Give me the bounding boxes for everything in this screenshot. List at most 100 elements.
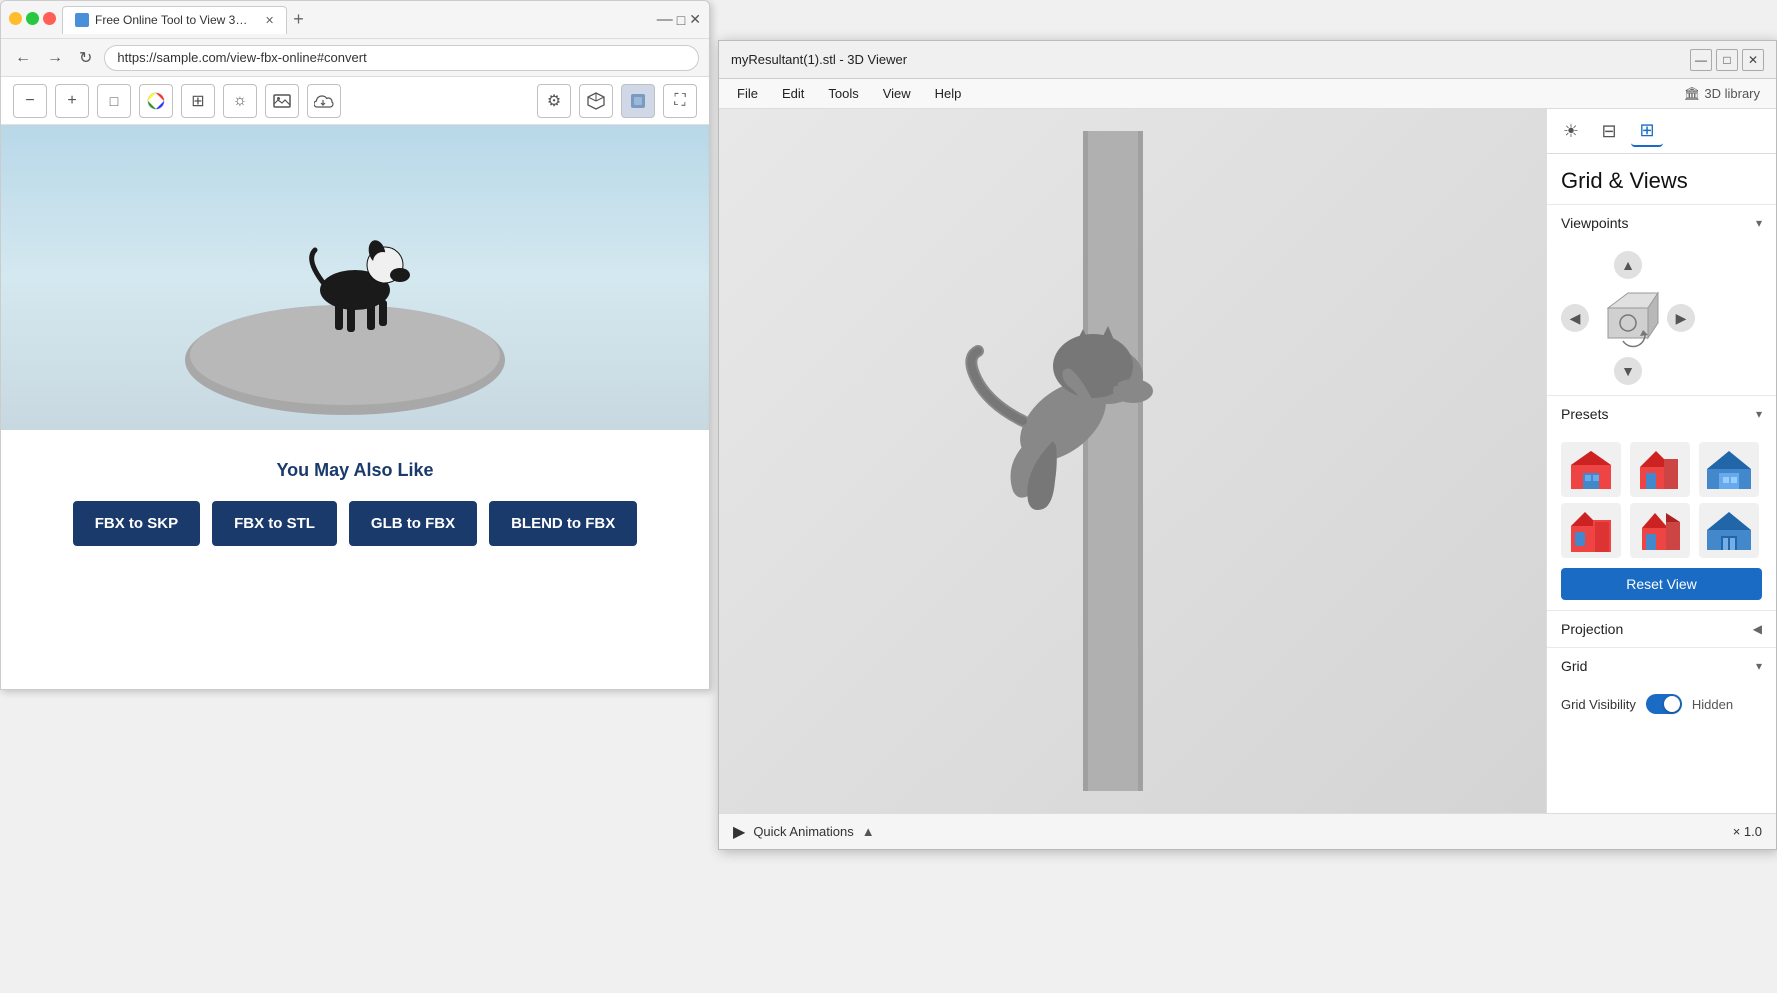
browser-close-icon[interactable]: ✕ <box>689 11 701 29</box>
grid-button[interactable]: ⊞ <box>181 84 215 118</box>
viewpoints-section-header[interactable]: Viewpoints ▾ <box>1547 205 1776 241</box>
preset-item-5[interactable] <box>1630 503 1690 558</box>
preset-5-icon <box>1636 510 1684 552</box>
presets-section: Presets ▾ <box>1547 395 1776 610</box>
viewpoints-section: Viewpoints ▾ ▲ ◀ <box>1547 204 1776 395</box>
vp-right-button[interactable]: ▶ <box>1667 304 1695 332</box>
color-button[interactable] <box>139 84 173 118</box>
suggestion-buttons-group: FBX to SKP FBX to STL GLB to FBX BLEND t… <box>21 501 689 546</box>
frame-button[interactable]: □ <box>97 84 131 118</box>
cube-nav-icon <box>1593 283 1663 353</box>
menu-file[interactable]: File <box>727 84 768 103</box>
grid-section-header[interactable]: Grid ▾ <box>1547 648 1776 684</box>
sidebar-sun-button[interactable]: ☀ <box>1555 115 1587 147</box>
tab-favicon-icon <box>75 13 89 27</box>
browser-titlebar: Free Online Tool to View 3D F8... ✕ + — … <box>1 1 709 39</box>
vp-top-button[interactable]: ▲ <box>1614 251 1642 279</box>
presets-chevron-icon: ▾ <box>1756 407 1762 421</box>
preset-3-icon <box>1705 449 1753 491</box>
image-button[interactable] <box>265 84 299 118</box>
grid-visibility-content: Grid Visibility Hidden <box>1547 684 1776 724</box>
viewer-3d-title: myResultant(1).stl - 3D Viewer <box>731 52 1680 67</box>
3d-library-button[interactable]: 🏛 3D library <box>1676 82 1768 106</box>
sidebar-grid-square-button[interactable]: ⊟ <box>1593 115 1625 147</box>
box-view-button[interactable] <box>621 84 655 118</box>
preset-item-6[interactable] <box>1699 503 1759 558</box>
projection-section: Projection ◀ <box>1547 610 1776 647</box>
sidebar-header: Grid & Views <box>1547 154 1776 204</box>
grid-visibility-label: Grid Visibility <box>1561 697 1636 712</box>
settings-button[interactable]: ⚙ <box>537 84 571 118</box>
viewer-3d-window: myResultant(1).stl - 3D Viewer — □ ✕ Fil… <box>718 40 1777 850</box>
grid-section: Grid ▾ Grid Visibility Hidden <box>1547 647 1776 724</box>
animation-icon: ▶ <box>733 822 745 842</box>
preset-item-2[interactable] <box>1630 442 1690 497</box>
projection-section-header[interactable]: Projection ◀ <box>1547 611 1776 647</box>
fbx-to-stl-button[interactable]: FBX to STL <box>212 501 337 546</box>
viewer-3d-titlebar: myResultant(1).stl - 3D Viewer — □ ✕ <box>719 41 1776 79</box>
new-tab-button[interactable]: + <box>293 9 304 30</box>
preset-item-3[interactable] <box>1699 442 1759 497</box>
close-button[interactable] <box>43 12 56 25</box>
toggle-knob <box>1664 696 1680 712</box>
fullscreen-button[interactable]: ⛶ <box>663 84 697 118</box>
back-button[interactable]: ← <box>11 47 35 69</box>
glb-to-fbx-button[interactable]: GLB to FBX <box>349 501 477 546</box>
cloud-button[interactable] <box>307 84 341 118</box>
tab-close-icon[interactable]: ✕ <box>265 14 274 27</box>
preset-item-1[interactable] <box>1561 442 1621 497</box>
fbx-to-skp-button[interactable]: FBX to SKP <box>73 501 200 546</box>
vp-left-button[interactable]: ◀ <box>1561 304 1589 332</box>
viewpoint-nav-area: ▲ ◀ <box>1561 251 1695 385</box>
cloud-icon <box>314 94 334 108</box>
sidebar-grid-views-button[interactable]: ⊞ <box>1631 115 1663 147</box>
light-button[interactable]: ☼ <box>223 84 257 118</box>
browser-restore-icon[interactable]: □ <box>677 11 685 29</box>
viewer-restore-button[interactable]: □ <box>1716 49 1738 71</box>
vp-top-row: ▲ <box>1582 251 1674 279</box>
forward-button[interactable]: → <box>43 47 67 69</box>
grid-visibility-toggle[interactable] <box>1646 694 1682 714</box>
box-icon <box>629 92 647 110</box>
presets-section-header[interactable]: Presets ▾ <box>1547 396 1776 432</box>
zoom-in-button[interactable]: + <box>55 84 89 118</box>
vp-bottom-button[interactable]: ▼ <box>1614 357 1642 385</box>
grid-chevron-icon: ▾ <box>1756 659 1762 673</box>
image-icon <box>273 94 291 108</box>
browser-minimize-icon[interactable]: — <box>657 11 673 29</box>
grid-status-text: Hidden <box>1692 697 1733 712</box>
viewpoints-content: ▲ ◀ <box>1547 241 1776 395</box>
address-input[interactable] <box>104 45 699 71</box>
projection-chevron-icon: ◀ <box>1753 622 1762 636</box>
vp-cube-display <box>1593 283 1663 353</box>
library-icon: 🏛 <box>1684 86 1701 102</box>
viewer-3d-window-controls: — □ ✕ <box>1690 49 1764 71</box>
cube-view-button[interactable] <box>579 84 613 118</box>
refresh-button[interactable]: ↻ <box>75 46 96 70</box>
viewer-close-button[interactable]: ✕ <box>1742 49 1764 71</box>
window-controls <box>9 12 56 25</box>
viewer-3d-canvas[interactable] <box>719 109 1546 813</box>
menu-help[interactable]: Help <box>925 84 972 103</box>
blend-to-fbx-button[interactable]: BLEND to FBX <box>489 501 637 546</box>
zoom-out-button[interactable]: − <box>13 84 47 118</box>
library-label: 3D library <box>1704 86 1760 101</box>
viewer-canvas <box>1 125 709 430</box>
browser-tab[interactable]: Free Online Tool to View 3D F8... ✕ <box>62 6 287 34</box>
quick-animations-chevron-icon[interactable]: ▲ <box>862 824 875 839</box>
minimize-button[interactable] <box>9 12 22 25</box>
projection-label: Projection <box>1561 621 1623 637</box>
maximize-button[interactable] <box>26 12 39 25</box>
preset-item-4[interactable] <box>1561 503 1621 558</box>
menu-edit[interactable]: Edit <box>772 84 814 103</box>
menu-view[interactable]: View <box>873 84 921 103</box>
viewpoints-label: Viewpoints <box>1561 215 1628 231</box>
fbx-viewer-content: − + □ ⊞ ☼ <box>1 77 709 689</box>
presets-grid <box>1561 442 1762 558</box>
viewer-toolbar: − + □ ⊞ ☼ <box>1 77 709 125</box>
viewer-minimize-button[interactable]: — <box>1690 49 1712 71</box>
preset-1-icon <box>1567 449 1615 491</box>
viewer-3d-sidebar: ☀ ⊟ ⊞ Grid & Views Viewpoints ▾ <box>1546 109 1776 813</box>
menu-tools[interactable]: Tools <box>818 84 868 103</box>
reset-view-button[interactable]: Reset View <box>1561 568 1762 600</box>
